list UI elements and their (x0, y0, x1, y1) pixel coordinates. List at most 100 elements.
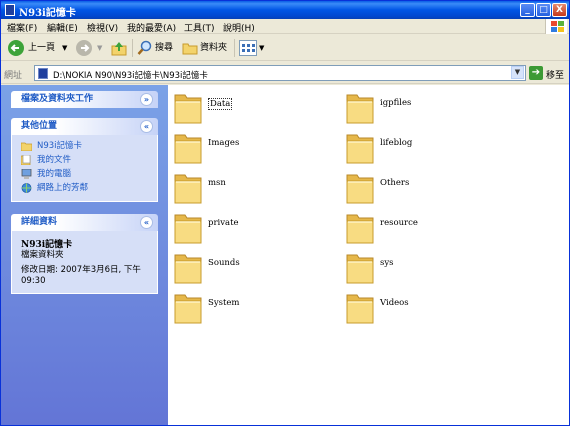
forward-arrow-icon[interactable] (76, 40, 92, 56)
toolbar-separator (234, 39, 235, 57)
views-dropdown-icon[interactable]: ▼ (259, 39, 264, 57)
folder-label: msn (208, 178, 226, 188)
menu-view[interactable]: 檢視(V) (87, 21, 118, 34)
places-panel-title: 其他位置 (21, 121, 58, 131)
go-button[interactable]: 移至 (546, 68, 564, 81)
details-type: 檔案資料夾 (21, 250, 64, 260)
up-folder-icon[interactable] (111, 40, 127, 56)
menu-favorites[interactable]: 我的最愛(A) (127, 21, 176, 34)
folder-label: Sounds (208, 258, 240, 268)
folder-label: Videos (380, 298, 409, 308)
back-arrow-icon[interactable] (8, 40, 24, 56)
tasks-panel-header[interactable]: 檔案及資料夾工作 » (11, 91, 158, 108)
folder-icon (345, 247, 375, 287)
place-item[interactable]: 我的文件 (21, 153, 149, 167)
window-title: N93i記憶卡 (19, 8, 76, 19)
network-icon (21, 183, 32, 193)
folder-icon (173, 167, 203, 207)
folder-item[interactable]: Sounds (173, 247, 333, 287)
folder-icon (345, 167, 375, 207)
maximize-button[interactable]: □ (536, 3, 551, 17)
places-list: N93i記憶卡 我的文件 我的電腦 網路上的芳鄰 (11, 135, 158, 202)
expand-chevron-icon[interactable]: » (140, 93, 153, 106)
computer-icon (21, 169, 32, 179)
explorer-window: N93i記憶卡 _ □ X 檔案(F) 編輯(E) 檢視(V) 我的最愛(A) … (0, 0, 570, 426)
folder-label: Others (380, 178, 410, 188)
folder-icon (173, 207, 203, 247)
folder-item[interactable]: Images (173, 127, 333, 167)
folder-item[interactable]: Data (173, 87, 333, 127)
details-name: N93i記憶卡 (21, 240, 73, 250)
folder-item[interactable]: Videos (345, 287, 505, 327)
folder-label: sys (380, 258, 394, 268)
collapse-chevron-icon[interactable]: « (140, 216, 153, 229)
go-arrow-icon[interactable]: ➔ (529, 66, 543, 80)
folder-item[interactable]: System (173, 287, 333, 327)
back-button-label[interactable]: 上一頁 (28, 39, 55, 57)
folder-label: Images (208, 138, 240, 148)
toolbar: 上一頁 ▼ ▼ 搜尋 資料夾 ▼ (1, 35, 569, 61)
folder-icon (21, 142, 32, 151)
menu-tools[interactable]: 工具(T) (184, 21, 215, 34)
minimize-button[interactable]: _ (520, 3, 535, 17)
toolbar-separator (132, 39, 133, 57)
places-panel-header[interactable]: 其他位置 « (11, 118, 158, 135)
forward-dropdown-icon[interactable]: ▼ (97, 39, 102, 57)
folders-button[interactable]: 資料夾 (200, 39, 227, 57)
folder-icon (173, 247, 203, 287)
folder-icon (345, 87, 375, 127)
title-bar[interactable]: N93i記憶卡 _ □ X (1, 1, 569, 19)
close-button[interactable]: X (552, 3, 567, 17)
folder-icon (173, 287, 203, 327)
folder-label: Data (208, 98, 233, 110)
address-input[interactable]: D:\NOKIA N90\N93i記憶卡\N93i記憶卡 (34, 65, 526, 81)
place-label: 我的電腦 (37, 169, 72, 179)
tasks-panel: 檔案及資料夾工作 » (11, 91, 158, 108)
folder-icon (345, 287, 375, 327)
address-bar: 網址 D:\NOKIA N90\N93i記憶卡\N93i記憶卡 ▼ ➔ 移至 (1, 62, 569, 84)
folder-item[interactable]: private (173, 207, 333, 247)
menu-help[interactable]: 說明(H) (223, 21, 255, 34)
folders-icon[interactable] (182, 41, 198, 55)
place-item[interactable]: 我的電腦 (21, 167, 149, 181)
tasks-panel-title: 檔案及資料夾工作 (21, 94, 94, 104)
documents-icon (21, 155, 31, 165)
details-modified-time: 09:30 (21, 276, 46, 286)
address-dropdown-icon[interactable]: ▼ (511, 66, 524, 79)
folder-item[interactable]: lifeblog (345, 127, 505, 167)
folder-label: resource (380, 218, 418, 228)
folder-icon (173, 87, 203, 127)
folder-label: private (208, 218, 239, 228)
back-dropdown-icon[interactable]: ▼ (62, 39, 67, 57)
folder-item[interactable]: msn (173, 167, 333, 207)
details-panel-header[interactable]: 詳細資料 « (11, 214, 158, 231)
search-button[interactable]: 搜尋 (155, 39, 173, 57)
places-panel: 其他位置 « N93i記憶卡 我的文件 我的電腦 網路上的芳鄰 (11, 118, 158, 202)
memory-card-icon (38, 68, 48, 79)
folder-label: lifeblog (380, 138, 413, 148)
folder-item[interactable]: Others (345, 167, 505, 207)
place-item[interactable]: N93i記憶卡 (21, 139, 149, 153)
address-label: 網址 (4, 71, 23, 81)
search-icon[interactable] (137, 40, 153, 56)
place-item[interactable]: 網路上的芳鄰 (21, 181, 149, 195)
collapse-chevron-icon[interactable]: « (140, 120, 153, 133)
windows-logo-icon (545, 19, 567, 34)
place-label: 網路上的芳鄰 (37, 183, 89, 193)
folder-label: igpfiles (380, 98, 412, 108)
folder-icon (173, 127, 203, 167)
address-value: D:\NOKIA N90\N93i記憶卡\N93i記憶卡 (53, 71, 208, 81)
place-label: 我的文件 (37, 155, 72, 165)
folder-item[interactable]: resource (345, 207, 505, 247)
views-icon[interactable] (239, 40, 257, 56)
memory-card-icon (5, 4, 15, 16)
menu-edit[interactable]: 編輯(E) (47, 21, 78, 34)
details-panel: 詳細資料 « N93i記憶卡 檔案資料夾 修改日期: 2007年3月6日, 下午… (11, 214, 158, 294)
folder-label: System (208, 298, 240, 308)
folder-item[interactable]: igpfiles (345, 87, 505, 127)
folder-icon (345, 207, 375, 247)
menu-bar: 檔案(F) 編輯(E) 檢視(V) 我的最愛(A) 工具(T) 說明(H) (1, 19, 569, 34)
menu-file[interactable]: 檔案(F) (7, 21, 37, 34)
details-body: N93i記憶卡 檔案資料夾 修改日期: 2007年3月6日, 下午 09:30 (11, 231, 158, 294)
folder-item[interactable]: sys (345, 247, 505, 287)
